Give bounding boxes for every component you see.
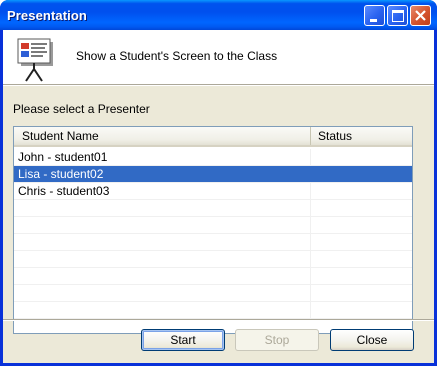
empty-row xyxy=(14,234,412,251)
empty-cell xyxy=(14,234,311,250)
student-name-cell: John - student01 xyxy=(14,149,311,165)
title-bar[interactable]: Presentation xyxy=(0,0,437,30)
empty-row xyxy=(14,268,412,285)
empty-row xyxy=(14,302,412,319)
header-title: Show a Student's Screen to the Class xyxy=(76,49,278,63)
student-name-cell: Lisa - student02 xyxy=(14,166,311,182)
empty-cell xyxy=(14,251,311,267)
close-window-button[interactable] xyxy=(410,5,431,26)
list-header: Student Name Status xyxy=(14,127,412,147)
list-row[interactable]: Chris - student03 xyxy=(14,183,412,200)
maximize-icon xyxy=(392,10,404,22)
list-row-selected[interactable]: Lisa - student02 xyxy=(14,166,412,183)
close-button[interactable]: Close xyxy=(330,329,414,351)
empty-cell xyxy=(14,217,311,233)
minimize-button[interactable] xyxy=(364,5,385,26)
close-icon xyxy=(415,10,426,21)
status-cell xyxy=(311,183,412,199)
column-header-student-name[interactable]: Student Name xyxy=(14,127,311,145)
stop-button[interactable]: Stop xyxy=(235,329,319,351)
dialog-body: Show a Student's Screen to the Class Ple… xyxy=(3,30,434,363)
presentation-board-icon xyxy=(17,38,53,82)
student-list[interactable]: Student Name Status John - student01 Lis… xyxy=(13,126,413,334)
column-header-status[interactable]: Status xyxy=(311,127,412,145)
presenter-prompt: Please select a Presenter xyxy=(13,102,150,116)
footer-divider xyxy=(3,319,434,321)
window-title: Presentation xyxy=(7,8,87,23)
header-banner: Show a Student's Screen to the Class xyxy=(3,30,434,84)
status-cell xyxy=(311,149,412,165)
maximize-button[interactable] xyxy=(387,5,408,26)
header-divider xyxy=(3,84,434,86)
empty-row xyxy=(14,251,412,268)
empty-row xyxy=(14,200,412,217)
empty-cell xyxy=(14,200,311,216)
student-name-cell: Chris - student03 xyxy=(14,183,311,199)
status-cell xyxy=(311,166,412,182)
empty-cell xyxy=(14,268,311,284)
empty-cell xyxy=(14,285,311,301)
minimize-icon xyxy=(370,19,377,22)
empty-cell xyxy=(14,302,311,318)
presentation-window: Presentation Show a Student's Screen to … xyxy=(0,0,437,366)
list-row[interactable]: John - student01 xyxy=(14,149,412,166)
start-button[interactable]: Start xyxy=(141,329,225,351)
empty-row xyxy=(14,217,412,234)
empty-row xyxy=(14,285,412,302)
